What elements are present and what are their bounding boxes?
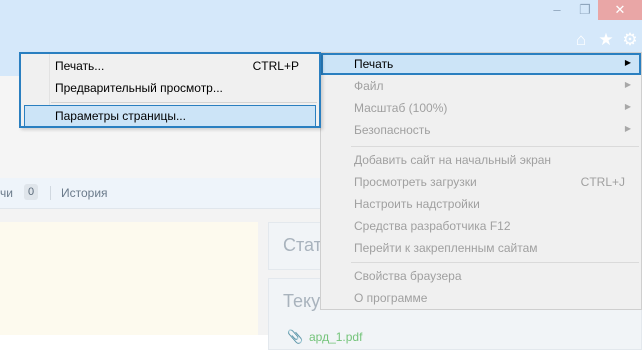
submenu-arrow-icon: ▶ [624, 80, 631, 89]
tab-tasks-label[interactable]: чи [0, 186, 13, 200]
menu-item-internet-options[interactable]: Свойства браузера [321, 265, 641, 287]
menu-item-dev-tools[interactable]: Средства разработчика F12 [321, 215, 641, 237]
minimize-button[interactable]: – [544, 0, 570, 20]
submenu-item-print-preview[interactable]: Предварительный просмотр... [21, 77, 319, 99]
current-card-title: Теку [283, 291, 321, 311]
submenu-arrow-icon: ▶ [624, 58, 631, 67]
menu-item-label: Файл [354, 79, 384, 93]
home-icon[interactable]: ⌂ [571, 30, 591, 50]
menu-item-add-to-start[interactable]: Добавить сайт на начальный экран [321, 149, 641, 171]
menu-item-pinned-sites[interactable]: Перейти к закрепленным сайтам [321, 237, 641, 259]
menu-item-label: О программе [354, 291, 428, 305]
menu-item-label: Безопасность [354, 123, 431, 137]
menu-item-print[interactable]: Печать ▶ [321, 53, 641, 75]
menu-item-label: Свойства браузера [354, 269, 462, 283]
submenu-arrow-icon: ▶ [624, 124, 631, 133]
menu-item-zoom[interactable]: Масштаб (100%) ▶ [321, 97, 641, 119]
file-link[interactable]: ард_1.pdf [309, 330, 362, 344]
menu-separator [51, 102, 317, 103]
print-submenu: Печать... CTRL+P Предварительный просмот… [19, 52, 321, 128]
menu-item-label: Перейти к закрепленным сайтам [354, 241, 538, 255]
tab-divider [50, 186, 51, 200]
menu-item-label: Предварительный просмотр... [55, 81, 223, 95]
notice-panel [0, 222, 258, 335]
tools-menu: Печать ▶ Файл ▶ Масштаб (100%) ▶ Безопас… [320, 52, 642, 310]
menu-item-label: Добавить сайт на начальный экран [354, 153, 552, 167]
status-card-title: Стат [283, 235, 322, 255]
menu-item-shortcut: CTRL+J [580, 175, 625, 189]
menu-item-view-downloads[interactable]: Просмотреть загрузки CTRL+J [321, 171, 641, 193]
submenu-item-print[interactable]: Печать... CTRL+P [21, 55, 319, 77]
submenu-item-page-setup[interactable]: Параметры страницы... [24, 105, 316, 127]
menu-item-safety[interactable]: Безопасность ▶ [321, 119, 641, 141]
submenu-arrow-icon: ▶ [624, 102, 631, 111]
menu-item-label: Настроить надстройки [354, 197, 480, 211]
menu-item-label: Печать [354, 57, 394, 71]
tools-gear-icon[interactable]: ⚙ [620, 30, 640, 50]
menu-item-shortcut: CTRL+P [252, 59, 299, 73]
tab-tasks-count: 0 [24, 184, 38, 200]
tab-history[interactable]: История [61, 186, 108, 200]
favorites-icon[interactable]: ★ [596, 30, 616, 50]
menu-item-label: Просмотреть загрузки [354, 175, 477, 189]
menu-item-label: Масштаб (100%) [354, 101, 448, 115]
menu-separator [351, 146, 639, 147]
menu-separator [351, 262, 639, 263]
paperclip-icon: 📎 [287, 329, 304, 344]
menu-item-file[interactable]: Файл ▶ [321, 75, 641, 97]
menu-item-manage-addons[interactable]: Настроить надстройки [321, 193, 641, 215]
menu-item-about[interactable]: О программе [321, 287, 641, 309]
menu-item-label: Параметры страницы... [55, 109, 186, 123]
restore-button[interactable]: ❐ [572, 0, 598, 20]
menu-item-label: Средства разработчика F12 [354, 219, 511, 233]
menu-item-label: Печать... [55, 59, 105, 73]
close-button[interactable]: ✕ [598, 0, 642, 20]
